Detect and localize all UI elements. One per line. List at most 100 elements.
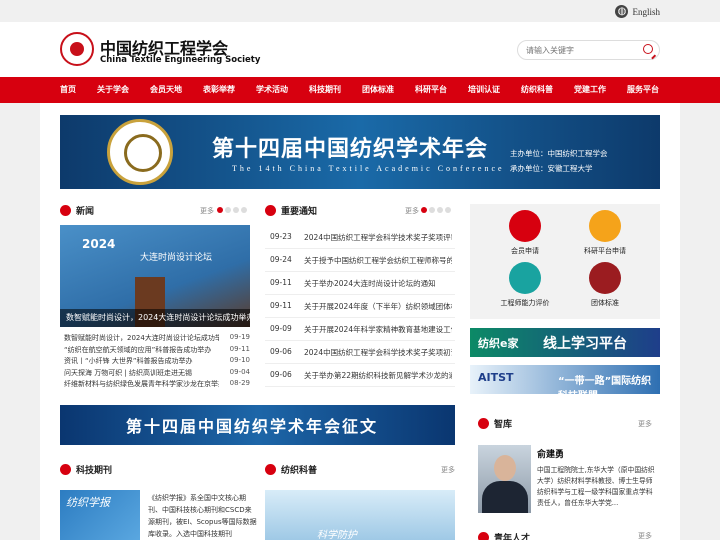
journal-icon xyxy=(60,463,71,475)
news-title: 新闻 xyxy=(76,206,95,217)
news-icon xyxy=(60,204,71,216)
search-box xyxy=(517,40,660,60)
nav-members[interactable]: 会员天地 xyxy=(150,77,182,103)
notices-carousel-dots xyxy=(421,207,451,213)
site-header: 中国纺织工程学会 China Textile Engineering Socie… xyxy=(0,22,720,77)
search-icon[interactable] xyxy=(643,44,653,54)
popsci-image-text: 科学防护 xyxy=(317,530,357,540)
nav-standards[interactable]: 团体标准 xyxy=(362,77,394,103)
list-item[interactable]: 09-232024中国纺织工程学会科学技术奖子奖项评审结果公示 xyxy=(265,226,455,249)
conference-seal-logo xyxy=(107,119,173,185)
quick-link-research-platform[interactable]: 科研平台申请 xyxy=(565,210,645,256)
certificate-icon xyxy=(509,262,541,294)
banner-title: 第十四届中国纺织学术年会 xyxy=(212,136,489,162)
banner-organizer: 承办单位：安徽工程大学 xyxy=(510,164,593,173)
news-list: 数智赋能时尚设计，2024大连时尚设计论坛成功举办 09-19 “纺织在航空航天领… xyxy=(60,333,250,391)
nav-awards[interactable]: 表彰举荐 xyxy=(203,77,235,103)
edit-icon xyxy=(589,210,621,242)
expert-photo[interactable] xyxy=(478,445,531,513)
news-carousel-dots xyxy=(217,207,247,213)
expert-bio: 中国工程院院士,东华大学（原中国纺织大学）纺织材料学科教授、博士生导师 纺织科学… xyxy=(537,466,655,507)
language-switch[interactable]: ◍ English xyxy=(615,5,660,18)
top-bar: ◍ English xyxy=(0,0,720,22)
notices-title: 重要通知 xyxy=(281,206,318,217)
list-item[interactable]: 09-24关于授予中国纺织工程学会纺织工程师称号的决定 xyxy=(265,249,455,272)
alliance-banner[interactable]: AITST “一带一路”国际纺织科技联盟 xyxy=(470,365,660,402)
alliance-title: “一带一路”国际纺织科技联盟 xyxy=(558,376,652,402)
quick-links-panel: 会员申请 科研平台申请 工程师能力评价 团体标准 xyxy=(470,204,660,319)
think-tank-icon xyxy=(478,417,489,429)
journals-title: 科技期刊 xyxy=(76,465,113,476)
notices-more-link[interactable]: 更多 xyxy=(405,206,419,216)
think-tank-more-link[interactable]: 更多 xyxy=(638,419,652,429)
carousel-dot[interactable] xyxy=(225,207,231,213)
list-item[interactable]: 09-06 关于举办第22期纺织科技新见解学术沙龙的通知 xyxy=(265,364,455,387)
notice-list: 09-232024中国纺织工程学会科学技术奖子奖项评审结果公示 09-24关于授… xyxy=(265,226,455,387)
popsci-image[interactable]: 科学防护 xyxy=(265,490,455,540)
list-item[interactable]: 09-062024中国纺织工程学会科学技术奖子奖项初评结果公示 xyxy=(265,341,455,364)
popsci-title: 纺织科普 xyxy=(281,465,318,476)
logo-title-en[interactable]: China Textile Engineering Society xyxy=(100,55,260,65)
carousel-dot[interactable] xyxy=(217,207,223,213)
nav-party[interactable]: 党建工作 xyxy=(574,77,606,103)
list-item[interactable]: “纺织在航空航天领域的应用”科普报告成功举办 09-11 xyxy=(60,345,250,357)
carousel-dot[interactable] xyxy=(445,207,451,213)
news-header: 新闻 xyxy=(60,200,94,220)
nav-about[interactable]: 关于学会 xyxy=(97,77,129,103)
alliance-logo: AITST xyxy=(478,371,514,384)
call-for-papers-banner[interactable]: 第十四届中国纺织学术年会征文 xyxy=(60,405,455,445)
nav-home[interactable]: 首页 xyxy=(60,77,76,103)
expert-name[interactable]: 俞建勇 xyxy=(537,447,564,460)
main-nav: 首页 关于学会 会员天地 表彰举荐 学术活动 科技期刊 团体标准 科研平台 培训… xyxy=(0,77,720,103)
carousel-dot[interactable] xyxy=(241,207,247,213)
news-featured-image[interactable]: 2024 大连时尚设计论坛 数智赋能时尚设计，2024大连时尚设计论坛成功举办 xyxy=(60,225,250,327)
carousel-dot[interactable] xyxy=(429,207,435,213)
search-input[interactable] xyxy=(526,44,636,57)
banner-organizers: 主办单位：中国纺织工程学会 承办单位：安徽工程大学 xyxy=(510,146,608,176)
conference-banner[interactable]: 第十四届中国纺织学术年会 The 14th China Textile Acad… xyxy=(60,115,660,189)
news-image-caption[interactable]: 数智赋能时尚设计，2024大连时尚设计论坛成功举办 xyxy=(60,309,250,327)
journal-cover-title: 纺织学报 xyxy=(66,496,110,509)
carousel-dot[interactable] xyxy=(421,207,427,213)
learning-title: 线上学习平台 xyxy=(543,336,627,352)
learning-platform-banner[interactable]: 纺织e家 线上学习平台 xyxy=(470,328,660,357)
think-tank-title: 智库 xyxy=(494,419,513,430)
journal-cover-image[interactable]: 纺织学报 xyxy=(60,490,140,540)
journals-header: 科技期刊 xyxy=(60,459,112,479)
nav-academic[interactable]: 学术活动 xyxy=(256,77,288,103)
quick-link-engineer-eval[interactable]: 工程师能力评价 xyxy=(485,262,565,308)
banner-subtitle: The 14th China Textile Academic Conferen… xyxy=(232,164,505,173)
carousel-dot[interactable] xyxy=(233,207,239,213)
list-item[interactable]: 09-11关于开展2024年度（下半年）纺织领域团体标准立项的通知 xyxy=(265,295,455,318)
globe-icon: ◍ xyxy=(615,5,629,18)
society-seal-logo[interactable] xyxy=(60,32,94,66)
youth-icon xyxy=(478,531,489,540)
nav-services[interactable]: 服务平台 xyxy=(627,77,659,103)
news-more-link[interactable]: 更多 xyxy=(200,206,214,216)
nav-research[interactable]: 科研平台 xyxy=(415,77,447,103)
quick-link-standards[interactable]: 团体标准 xyxy=(565,262,645,308)
learning-logo: 纺织e家 xyxy=(478,337,519,350)
list-item[interactable]: 资讯丨“小纤锋 大世界”科普报告成功举办 09-10 xyxy=(60,356,250,368)
nav-training[interactable]: 培训认证 xyxy=(468,77,500,103)
banner-host: 主办单位：中国纺织工程学会 xyxy=(510,149,608,158)
list-item[interactable]: 问天探海 万物可织 | 纺织高训班走进无锡 09-04 xyxy=(60,368,250,380)
list-item[interactable]: 09-09关于开展2024年科学家精神教育基地建设工作的通知 xyxy=(265,318,455,341)
call-for-papers-title: 第十四届中国纺织学术年会征文 xyxy=(126,417,379,436)
popsci-more-link[interactable]: 更多 xyxy=(441,465,455,475)
list-item[interactable]: 纤维新材料与纺织绿色发展青年科学家沙龙在京举办 08-29 xyxy=(60,379,250,391)
nav-journals[interactable]: 科技期刊 xyxy=(309,77,341,103)
think-tank-header: 智库 xyxy=(478,413,512,433)
quick-link-membership[interactable]: 会员申请 xyxy=(485,210,565,256)
journal-description: 《纺织学报》系全国中文核心期刊、中国科技核心期刊和CSCD来源期刊，被EI、Sc… xyxy=(148,494,257,538)
member-icon xyxy=(509,210,541,242)
youth-more-link[interactable]: 更多 xyxy=(638,531,652,540)
image-forum-text: 大连时尚设计论坛 xyxy=(140,253,213,263)
list-item[interactable]: 数智赋能时尚设计，2024大连时尚设计论坛成功举办 09-19 xyxy=(60,333,250,345)
standard-icon xyxy=(589,262,621,294)
list-item[interactable]: 09-11 关于举办2024大连时尚设计论坛的通知 xyxy=(265,272,455,295)
carousel-dot[interactable] xyxy=(437,207,443,213)
nav-popsci[interactable]: 纺织科普 xyxy=(521,77,553,103)
youth-header: 青年人才 xyxy=(478,527,530,540)
image-year-text: 2024 xyxy=(82,237,116,251)
